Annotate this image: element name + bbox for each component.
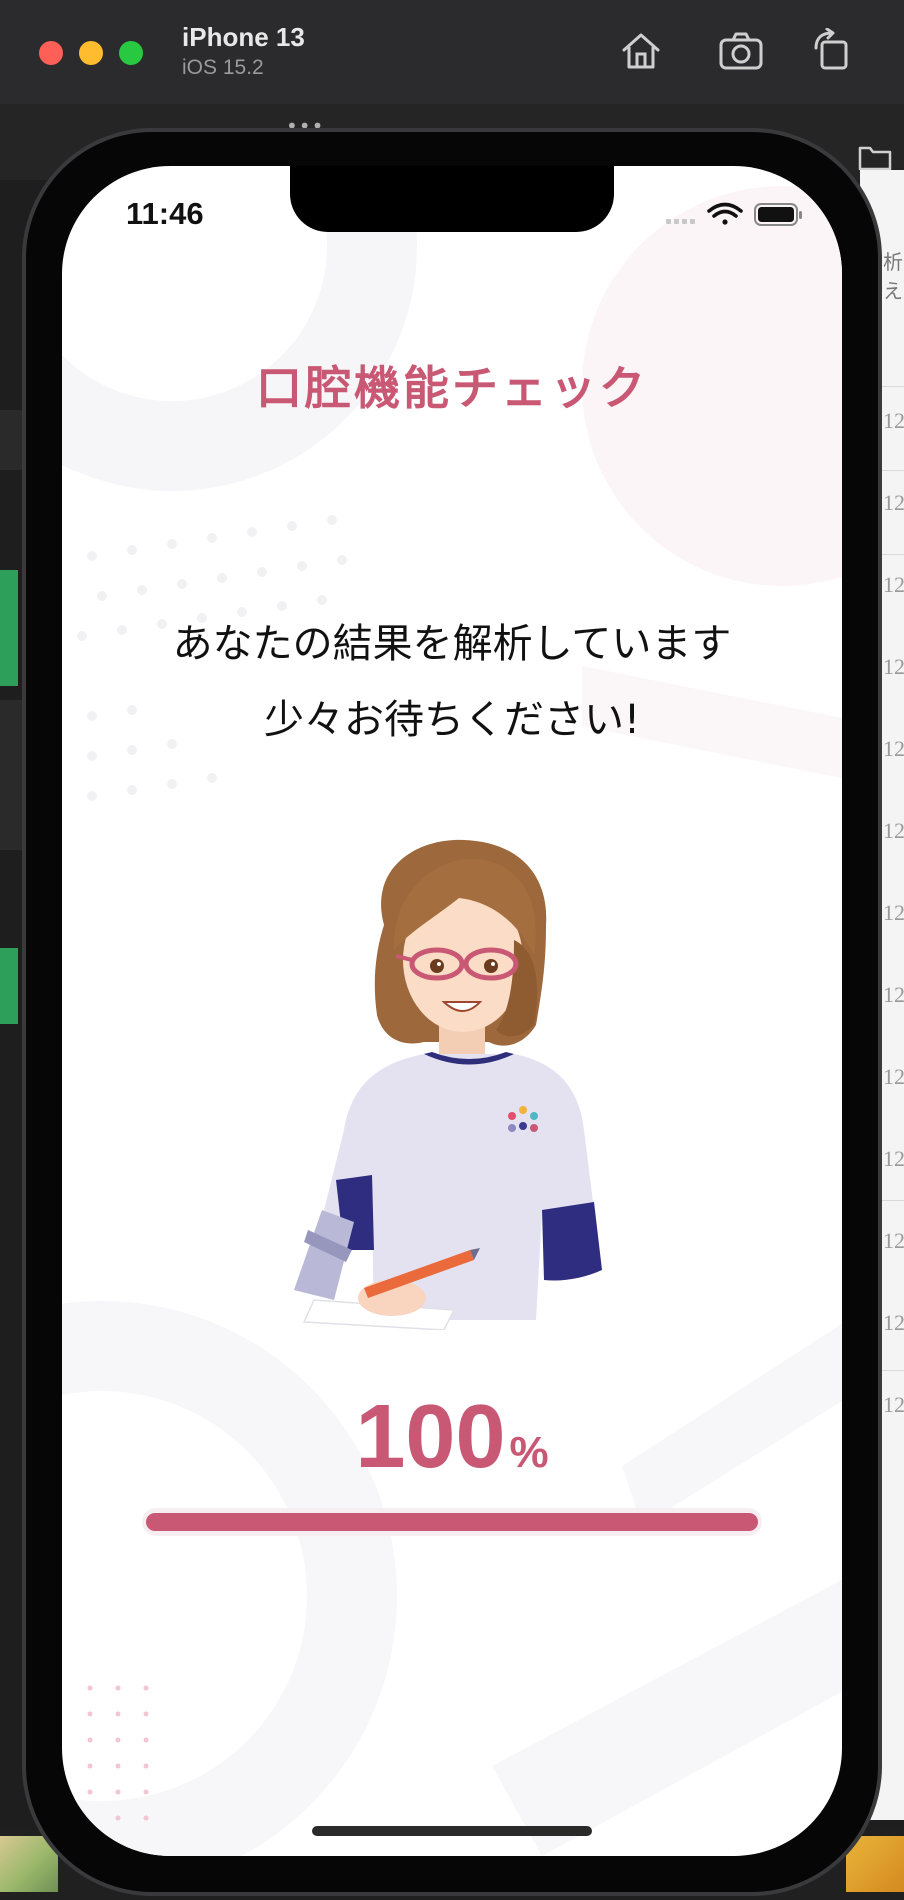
rotate-button[interactable] xyxy=(808,27,854,74)
background-green-block xyxy=(0,948,18,1024)
row-number: 12 xyxy=(883,1310,904,1335)
progress-bar-fill xyxy=(146,1513,758,1531)
battery-icon xyxy=(754,203,802,226)
zoom-window-button[interactable] xyxy=(119,41,143,65)
analysis-message-line: 少々お待ちください! xyxy=(263,697,641,743)
row-number: 12 xyxy=(883,1392,904,1417)
analysis-message-line: あなたの結果を解析しています xyxy=(172,621,732,667)
analysis-message: あなたの結果を解析しています 少々お待ちください! xyxy=(62,606,842,758)
woman-with-glasses-writing-illustration xyxy=(294,839,602,1330)
device-name: iPhone 13 xyxy=(182,22,305,52)
camera-icon xyxy=(719,32,763,70)
folder-icon[interactable] xyxy=(858,142,892,172)
row-number: 12 xyxy=(883,572,904,597)
row-number: 12 xyxy=(883,654,904,679)
progress-value: 100 xyxy=(355,1387,506,1487)
progress-bar xyxy=(142,1508,762,1536)
minimize-window-button[interactable] xyxy=(79,41,103,65)
status-icons xyxy=(666,202,802,226)
row-number: 12 xyxy=(883,1228,904,1253)
close-window-button[interactable] xyxy=(39,41,63,65)
row-number: 12 xyxy=(883,736,904,761)
rotate-icon xyxy=(814,27,848,70)
notch xyxy=(290,166,614,232)
row-number: 12 xyxy=(883,982,904,1007)
row-number: 12 xyxy=(883,1146,904,1171)
row-number: 12 xyxy=(883,490,904,515)
os-version: iOS 15.2 xyxy=(182,56,264,79)
row-number: 12 xyxy=(883,818,904,843)
page-title: 口腔機能チェック xyxy=(256,361,648,415)
app-screen: 11:46 口腔機能チェック あなたの結果を解析しています 少々お待ちください! xyxy=(62,166,842,1856)
background-green-block xyxy=(0,570,18,686)
cellular-signal-icon xyxy=(666,219,695,224)
row-number: 12 xyxy=(883,1064,904,1089)
wifi-icon xyxy=(707,202,743,225)
progress-unit: % xyxy=(509,1428,549,1477)
progress-percentage: 100% xyxy=(62,1386,842,1489)
screenshot-button[interactable] xyxy=(718,28,764,74)
row-number: 12 xyxy=(883,408,904,433)
home-button[interactable] xyxy=(618,28,664,74)
home-indicator[interactable] xyxy=(312,1826,592,1836)
simulator-title-bar: iPhone 13 iOS 15.2 xyxy=(0,0,904,105)
status-time: 11:46 xyxy=(126,196,204,231)
row-number: 12 xyxy=(883,900,904,925)
home-icon xyxy=(622,33,660,69)
background-panel-text: 析え xyxy=(883,252,903,303)
